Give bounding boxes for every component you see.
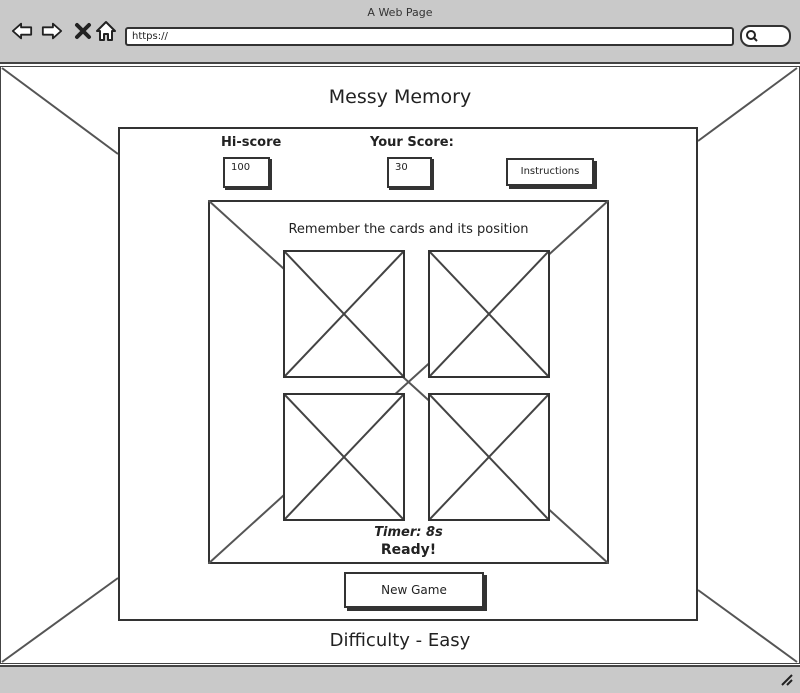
card-image-placeholder-icon [430, 395, 548, 519]
hiscore-label: Hi-score [221, 135, 282, 150]
memory-card[interactable] [428, 393, 550, 521]
card-image-placeholder-icon [285, 395, 403, 519]
difficulty-label: Difficulty - Easy [329, 630, 471, 651]
score-value: 30 [395, 162, 408, 173]
memory-card[interactable] [283, 393, 405, 521]
hiscore-value: 100 [231, 162, 251, 173]
hiscore-field: 100 [223, 157, 270, 188]
score-label: Your Score: [370, 135, 454, 150]
card-image-placeholder-icon [430, 252, 548, 376]
memory-card[interactable] [428, 250, 550, 378]
board-instruction: Remember the cards and its position [288, 222, 529, 237]
card-image-placeholder-icon [285, 252, 403, 376]
score-field: 30 [387, 157, 432, 188]
timer-text: Timer: 8s [374, 525, 443, 540]
site-title: Messy Memory [328, 86, 472, 108]
status-text: Ready! [380, 542, 437, 558]
browser-status-bar [0, 665, 800, 693]
resize-grip-icon[interactable] [780, 673, 794, 687]
instructions-button[interactable]: Instructions [506, 158, 594, 186]
new-game-button[interactable]: New Game [344, 572, 484, 608]
memory-card[interactable] [283, 250, 405, 378]
